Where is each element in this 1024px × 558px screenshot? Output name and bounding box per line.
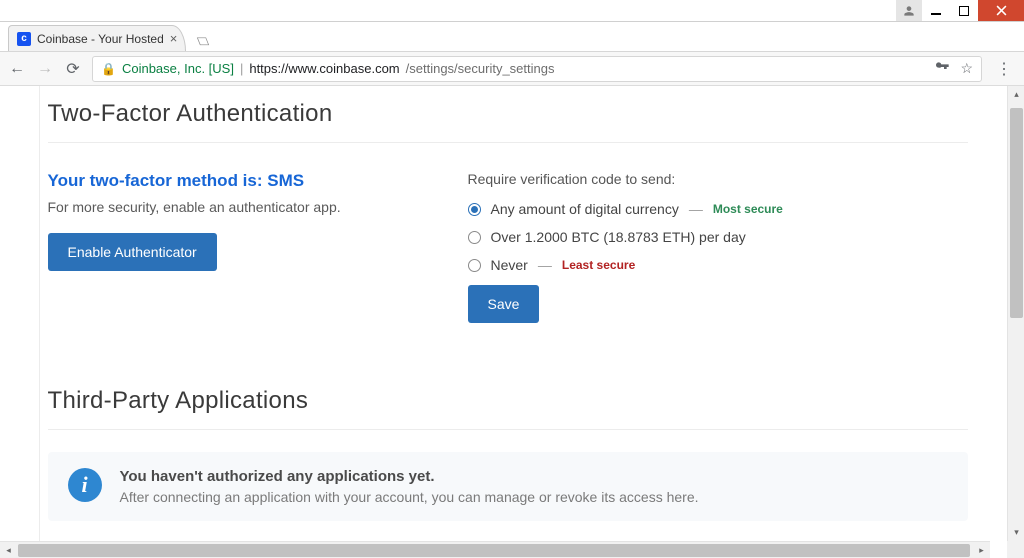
browser-menu-button[interactable]: ⋮ (992, 59, 1016, 79)
require-option-any[interactable]: Any amount of digital currency — Most se… (468, 201, 968, 217)
tab-title: Coinbase - Your Hosted (37, 32, 164, 46)
option-label: Any amount of digital currency (491, 201, 679, 217)
radio-icon (468, 231, 481, 244)
browser-toolbar: ← → ⟳ 🔒 Coinbase, Inc. [US] | https://ww… (0, 52, 1024, 86)
option-flag: Most secure (713, 202, 783, 216)
window-close-button[interactable] (978, 0, 1024, 21)
apps-empty-panel: i You haven't authorized any application… (48, 452, 968, 521)
radio-icon (468, 259, 481, 272)
user-account-icon[interactable] (896, 0, 922, 21)
section-heading-apps: Third-Party Applications (48, 383, 968, 430)
scroll-left-arrow[interactable]: ◂ (0, 542, 17, 558)
radio-icon (468, 203, 481, 216)
saved-password-key-icon[interactable] (934, 59, 950, 78)
coinbase-favicon: c (17, 32, 31, 46)
scroll-up-arrow[interactable]: ▴ (1008, 86, 1024, 103)
tab-close-icon[interactable]: × (170, 31, 178, 46)
scroll-right-arrow[interactable]: ▸ (973, 542, 990, 558)
enable-authenticator-button[interactable]: Enable Authenticator (48, 233, 217, 271)
window-minimize-button[interactable] (922, 0, 950, 21)
info-icon: i (68, 468, 102, 502)
option-flag: Least secure (562, 258, 635, 272)
apps-empty-sub: After connecting an application with you… (120, 489, 699, 505)
require-option-never[interactable]: Never — Least secure (468, 257, 968, 273)
url-path: /settings/security_settings (406, 61, 555, 76)
twofa-subline: For more security, enable an authenticat… (48, 199, 408, 215)
url-host: https://www.coinbase.com (249, 61, 399, 76)
save-button[interactable]: Save (468, 285, 540, 323)
address-bar[interactable]: 🔒 Coinbase, Inc. [US] | https://www.coin… (92, 56, 982, 82)
bookmark-star-icon[interactable]: ☆ (960, 60, 973, 77)
vertical-scrollbar[interactable]: ▴ ▾ (1007, 86, 1024, 558)
section-heading-2fa: Two-Factor Authentication (48, 96, 968, 143)
option-label: Never (491, 257, 528, 273)
forward-button[interactable]: → (36, 60, 54, 78)
back-button[interactable]: ← (8, 60, 26, 78)
viewport: Two-Factor Authentication Your two-facto… (0, 86, 1024, 558)
window-titlebar (0, 0, 1024, 22)
twofa-method-line: Your two-factor method is: SMS (48, 171, 408, 191)
ev-cert-org: Coinbase, Inc. [US] (122, 61, 234, 76)
browser-tab[interactable]: c Coinbase - Your Hosted × (8, 25, 186, 51)
tab-strip: c Coinbase - Your Hosted × (0, 22, 1024, 52)
require-option-threshold[interactable]: Over 1.2000 BTC (18.8783 ETH) per day (468, 229, 968, 245)
scroll-down-arrow[interactable]: ▾ (1008, 524, 1024, 541)
scroll-corner (1007, 541, 1024, 558)
window-maximize-button[interactable] (950, 0, 978, 21)
new-tab-button[interactable] (192, 33, 214, 51)
horizontal-scrollbar[interactable]: ◂ ▸ (0, 541, 990, 558)
lock-icon: 🔒 (101, 62, 116, 76)
horizontal-scroll-thumb[interactable] (18, 544, 970, 557)
vertical-scroll-thumb[interactable] (1010, 108, 1023, 318)
require-code-label: Require verification code to send: (468, 171, 968, 187)
apps-empty-headline: You haven't authorized any applications … (120, 468, 699, 485)
reload-button[interactable]: ⟳ (64, 59, 82, 79)
option-label: Over 1.2000 BTC (18.8783 ETH) per day (491, 229, 746, 245)
